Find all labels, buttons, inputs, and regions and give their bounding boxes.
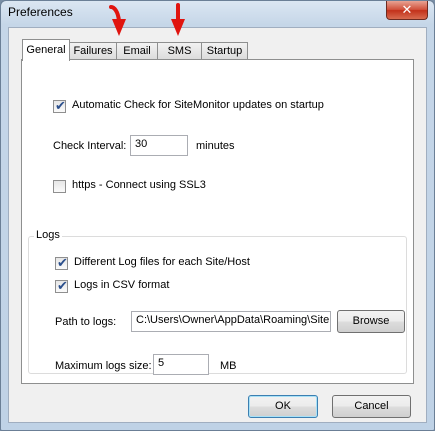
auto-check-checkbox[interactable]: ✔ xyxy=(53,98,66,113)
close-button[interactable]: ✕ xyxy=(386,1,428,20)
cancel-button[interactable]: Cancel xyxy=(332,395,411,418)
annotation-arrow-icon xyxy=(109,5,126,36)
auto-check-label: Automatic Check for SiteMonitor updates … xyxy=(72,99,324,111)
max-logs-size-label: Maximum logs size: xyxy=(55,360,152,372)
max-logs-size-input[interactable]: 5 xyxy=(153,354,209,375)
different-log-files-label: Different Log files for each Site/Host xyxy=(74,256,250,268)
https-ssl3-checkbox[interactable] xyxy=(53,180,66,193)
dialog-client-area: General Failures Email SMS Startup ✔ Aut… xyxy=(8,27,427,423)
check-interval-unit: minutes xyxy=(196,140,235,152)
csv-format-label: Logs in CSV format xyxy=(74,279,170,291)
general-tab-panel: ✔ Automatic Check for SiteMonitor update… xyxy=(21,59,414,384)
different-log-files-checkbox[interactable]: ✔ xyxy=(55,255,68,270)
preferences-window: Preferences ✕ General Failures Email SMS… xyxy=(0,0,435,431)
https-ssl3-label: https - Connect using SSL3 xyxy=(72,179,206,191)
tab-sms[interactable]: SMS xyxy=(157,42,202,59)
check-interval-label: Check Interval: xyxy=(53,140,127,152)
checkmark-icon: ✔ xyxy=(57,255,68,270)
tab-general[interactable]: General xyxy=(22,39,70,61)
logs-group-title: Logs xyxy=(34,229,62,241)
checkmark-icon: ✔ xyxy=(57,278,68,293)
tab-startup[interactable]: Startup xyxy=(201,42,248,59)
path-to-logs-label: Path to logs: xyxy=(55,316,117,328)
csv-format-checkbox[interactable]: ✔ xyxy=(55,278,68,293)
check-interval-input[interactable]: 30 xyxy=(130,135,188,156)
window-title: Preferences xyxy=(8,5,73,19)
tab-email[interactable]: Email xyxy=(116,42,158,59)
logs-group: Logs ✔ Different Log files for each Site… xyxy=(28,229,407,375)
max-logs-size-unit: MB xyxy=(220,360,237,372)
ok-button[interactable]: OK xyxy=(248,395,318,418)
path-to-logs-input[interactable]: C:\Users\Owner\AppData\Roaming\Site xyxy=(131,311,331,332)
tab-failures[interactable]: Failures xyxy=(69,42,117,59)
browse-button[interactable]: Browse xyxy=(337,310,405,333)
annotation-arrow-icon xyxy=(171,3,185,36)
checkmark-icon: ✔ xyxy=(55,98,66,113)
